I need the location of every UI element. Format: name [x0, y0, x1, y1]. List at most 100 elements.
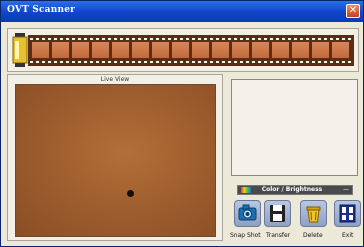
- film-perforation: [276, 38, 279, 40]
- title-bar[interactable]: OVT Scanner ✕: [1, 1, 363, 22]
- film-perforation: [246, 61, 249, 63]
- film-perforation: [72, 61, 75, 63]
- floppy-disk-icon: [270, 205, 285, 222]
- exit-icon: [339, 204, 356, 223]
- film-perforation: [66, 38, 69, 40]
- film-perforation: [180, 38, 183, 40]
- film-perforation: [78, 61, 81, 63]
- film-perforation: [186, 61, 189, 63]
- film-perforation: [318, 38, 321, 40]
- film-frame[interactable]: [172, 42, 189, 58]
- film-perforation: [198, 61, 201, 63]
- film-perforation: [108, 38, 111, 40]
- film-perforation: [48, 38, 51, 40]
- film-perforation: [312, 61, 315, 63]
- film-perforation: [210, 61, 213, 63]
- film-perforation: [348, 38, 351, 40]
- film-perforation: [156, 61, 159, 63]
- film-frame[interactable]: [292, 42, 309, 58]
- film-perforation: [150, 61, 153, 63]
- film-perforation: [102, 61, 105, 63]
- color-palette-icon: [241, 187, 251, 193]
- film-perforation: [84, 38, 87, 40]
- film-perforation: [234, 61, 237, 63]
- film-perforation: [168, 61, 171, 63]
- delete-button[interactable]: [300, 200, 327, 227]
- film-perforation: [78, 38, 81, 40]
- film-perforation: [126, 38, 129, 40]
- film-perforation: [150, 38, 153, 40]
- film-perforation: [258, 38, 261, 40]
- film-perforation: [174, 38, 177, 40]
- film-perforation: [270, 38, 273, 40]
- exit-button[interactable]: [334, 200, 361, 227]
- film-perforation: [174, 61, 177, 63]
- film-frame[interactable]: [212, 42, 229, 58]
- film-perforation: [270, 61, 273, 63]
- film-frame[interactable]: [52, 42, 69, 58]
- film-perforation: [228, 38, 231, 40]
- film-perforation: [180, 61, 183, 63]
- film-perforation: [144, 61, 147, 63]
- film-frame[interactable]: [92, 42, 109, 58]
- film-strip[interactable]: [28, 35, 354, 66]
- film-frame[interactable]: [72, 42, 89, 58]
- film-perforation: [306, 61, 309, 63]
- film-perforation: [336, 38, 339, 40]
- film-perforation: [198, 38, 201, 40]
- film-frame[interactable]: [112, 42, 129, 58]
- film-frame[interactable]: [152, 42, 169, 58]
- sensor-dot: [127, 190, 134, 197]
- film-perforation: [204, 61, 207, 63]
- film-frame[interactable]: [132, 42, 149, 58]
- film-perforation: [210, 38, 213, 40]
- film-perforation: [300, 38, 303, 40]
- film-perforation: [306, 38, 309, 40]
- film-perforation: [342, 61, 345, 63]
- film-frame[interactable]: [232, 42, 249, 58]
- film-perforation: [330, 38, 333, 40]
- film-strip-panel[interactable]: [7, 28, 359, 72]
- minimize-icon: —: [343, 186, 349, 193]
- film-frame[interactable]: [252, 42, 269, 58]
- film-perforation: [258, 61, 261, 63]
- film-perforation: [162, 38, 165, 40]
- film-perforation: [90, 38, 93, 40]
- transfer-button[interactable]: [264, 200, 291, 227]
- film-perforation: [342, 38, 345, 40]
- film-perforation: [324, 38, 327, 40]
- film-perforation: [288, 61, 291, 63]
- snapshot-button[interactable]: [234, 200, 261, 227]
- close-button[interactable]: ✕: [346, 4, 360, 18]
- film-frame[interactable]: [332, 42, 349, 58]
- film-perforation: [192, 38, 195, 40]
- film-perforation: [126, 61, 129, 63]
- film-perforation: [72, 38, 75, 40]
- film-perforation: [246, 38, 249, 40]
- film-perforation: [120, 61, 123, 63]
- film-perforation: [300, 61, 303, 63]
- film-perforation: [84, 61, 87, 63]
- film-perforation: [216, 61, 219, 63]
- film-perforation: [282, 38, 285, 40]
- film-perforation: [162, 61, 165, 63]
- film-perforation: [252, 61, 255, 63]
- film-perforation: [264, 38, 267, 40]
- film-perforation: [234, 38, 237, 40]
- film-frame[interactable]: [312, 42, 329, 58]
- film-frame[interactable]: [192, 42, 209, 58]
- film-perforation: [132, 61, 135, 63]
- film-perforation: [36, 38, 39, 40]
- live-view-display[interactable]: [15, 84, 216, 237]
- snapshot-preview: [231, 79, 358, 176]
- film-perforation: [60, 38, 63, 40]
- color-brightness-button[interactable]: Color / Brightness —: [237, 185, 353, 195]
- film-perforation: [96, 38, 99, 40]
- film-frame[interactable]: [32, 42, 49, 58]
- film-perforation: [132, 38, 135, 40]
- film-frame[interactable]: [272, 42, 289, 58]
- transfer-label: Transfer: [266, 232, 291, 239]
- film-perforation: [294, 38, 297, 40]
- window-title: OVT Scanner: [7, 5, 76, 15]
- film-perforation: [42, 38, 45, 40]
